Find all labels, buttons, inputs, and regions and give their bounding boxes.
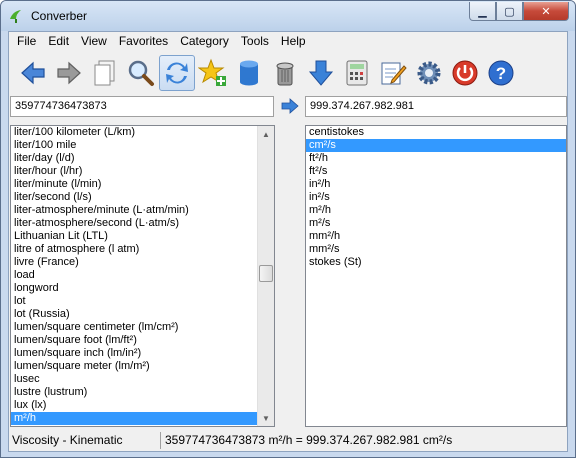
list-item[interactable]: litre of atmosphere (l atm): [11, 243, 257, 256]
edit-button[interactable]: [375, 55, 411, 91]
menu-file[interactable]: File: [11, 32, 42, 51]
list-item[interactable]: liter/minute (l/min): [11, 178, 257, 191]
list-item[interactable]: centistokes: [306, 126, 566, 139]
power-icon: [452, 60, 478, 86]
scrollbar-thumb[interactable]: [259, 265, 273, 282]
menu-view[interactable]: View: [75, 32, 113, 51]
list-item[interactable]: liter/100 mile: [11, 139, 257, 152]
trash-can-icon: [276, 62, 294, 86]
list-item[interactable]: lumen/square meter (lm/m²): [11, 360, 257, 373]
list-item[interactable]: lot: [11, 295, 257, 308]
minimize-button[interactable]: ▁: [469, 2, 496, 21]
calculator-icon: [346, 60, 368, 86]
scroll-down-arrow-icon[interactable]: ▼: [258, 410, 274, 426]
gear-icon: [417, 61, 441, 85]
database-button[interactable]: [231, 55, 267, 91]
list-item[interactable]: lumen/square centimeter (lm/cm²): [11, 321, 257, 334]
database-icon: [240, 60, 258, 86]
swap-arrows-icon: [166, 62, 188, 84]
menu-bar: File Edit View Favorites Category Tools …: [9, 32, 567, 51]
output-value-field[interactable]: 999.374.267.982.981: [305, 96, 567, 117]
swap-button[interactable]: [159, 55, 195, 91]
list-item[interactable]: ft²/h: [306, 152, 566, 165]
forward-button[interactable]: [51, 55, 87, 91]
menu-help[interactable]: Help: [275, 32, 312, 51]
minimize-icon: ▁: [478, 5, 487, 18]
list-item[interactable]: liter-atmosphere/minute (L·atm/min): [11, 204, 257, 217]
menu-category[interactable]: Category: [174, 32, 235, 51]
maximize-icon: ▢: [504, 5, 515, 18]
list-item[interactable]: m²/h: [11, 412, 257, 425]
list-item[interactable]: liter/hour (l/hr): [11, 165, 257, 178]
list-item[interactable]: lustre (lustrum): [11, 386, 257, 399]
calculator-button[interactable]: [339, 55, 375, 91]
list-item[interactable]: m²/s: [306, 217, 566, 230]
status-divider: [160, 432, 161, 449]
input-value-field[interactable]: 359774736473873: [10, 96, 274, 117]
search-button[interactable]: [123, 55, 159, 91]
list-item[interactable]: liter/100 kilometer (L/km): [11, 126, 257, 139]
list-item[interactable]: stokes (St): [306, 256, 566, 269]
list-item[interactable]: load: [11, 269, 257, 282]
window-title: Converber: [31, 9, 88, 23]
title-bar[interactable]: Converber ▁ ▢ ✕: [1, 1, 575, 31]
list-item[interactable]: mm²/s: [306, 243, 566, 256]
list-item[interactable]: livre (France): [11, 256, 257, 269]
power-button[interactable]: [447, 55, 483, 91]
star-add-icon: [198, 58, 226, 86]
list-item[interactable]: liter/second (l/s): [11, 191, 257, 204]
help-icon: ?: [488, 60, 514, 86]
settings-button[interactable]: [411, 55, 447, 91]
back-arrow-icon: [21, 61, 45, 85]
notepad-pencil-icon: [381, 62, 407, 85]
list-item[interactable]: lux (lx): [11, 399, 257, 412]
list-item[interactable]: liter-atmosphere/second (L·atm/s): [11, 217, 257, 230]
list-item[interactable]: longword: [11, 282, 257, 295]
convert-arrow-icon: [281, 98, 299, 114]
app-window: Converber ▁ ▢ ✕ File Edit View Favorites…: [0, 0, 576, 458]
list-item[interactable]: lumen/square foot (lm/ft²): [11, 334, 257, 347]
status-result: 359774736473873 m²/h = 999.374.267.982.9…: [165, 433, 453, 447]
add-favorite-button[interactable]: [195, 55, 231, 91]
app-logo-icon: [10, 10, 21, 23]
back-button[interactable]: [15, 55, 51, 91]
down-arrow-icon: [308, 60, 334, 86]
status-bar: Viscosity - Kinematic 359774736473873 m²…: [9, 430, 567, 451]
to-unit-list[interactable]: centistokes cm²/s ft²/h ft²/s in²/h in²/s m²/h…: [305, 125, 567, 427]
forward-arrow-icon: [57, 61, 81, 85]
close-icon: ✕: [541, 5, 551, 18]
help-button[interactable]: ?: [483, 55, 519, 91]
menu-edit[interactable]: Edit: [42, 32, 75, 51]
magnifier-icon: [128, 60, 154, 86]
close-button[interactable]: ✕: [523, 2, 569, 21]
list-item[interactable]: lusec: [11, 373, 257, 386]
copy-pages-icon: [94, 60, 115, 86]
toolbar: ?: [9, 52, 567, 94]
list-item[interactable]: mm²/h: [306, 230, 566, 243]
maximize-button[interactable]: ▢: [496, 2, 523, 21]
list-item[interactable]: liter/day (l/d): [11, 152, 257, 165]
menu-favorites[interactable]: Favorites: [113, 32, 174, 51]
download-button[interactable]: [303, 55, 339, 91]
list-item[interactable]: lot (Russia): [11, 308, 257, 321]
list-item[interactable]: Lithuanian Lit (LTL): [11, 230, 257, 243]
menu-tools[interactable]: Tools: [235, 32, 275, 51]
list-item[interactable]: in²/s: [306, 191, 566, 204]
from-unit-list[interactable]: liter/100 kilometer (L/km) liter/100 mile…: [10, 125, 275, 427]
scroll-up-arrow-icon[interactable]: ▲: [258, 126, 274, 142]
from-unit-scrollbar[interactable]: ▲ ▼: [257, 126, 274, 426]
list-item[interactable]: in²/h: [306, 178, 566, 191]
trash-button[interactable]: [267, 55, 303, 91]
list-item[interactable]: lumen/square inch (lm/in²): [11, 347, 257, 360]
list-item[interactable]: m²/h: [306, 204, 566, 217]
svg-text:?: ?: [496, 64, 506, 83]
status-category: Viscosity - Kinematic: [12, 433, 123, 447]
list-item[interactable]: ft²/s: [306, 165, 566, 178]
client-area: File Edit View Favorites Category Tools …: [8, 31, 568, 452]
list-item[interactable]: cm²/s: [306, 139, 566, 152]
copy-button[interactable]: [87, 55, 123, 91]
